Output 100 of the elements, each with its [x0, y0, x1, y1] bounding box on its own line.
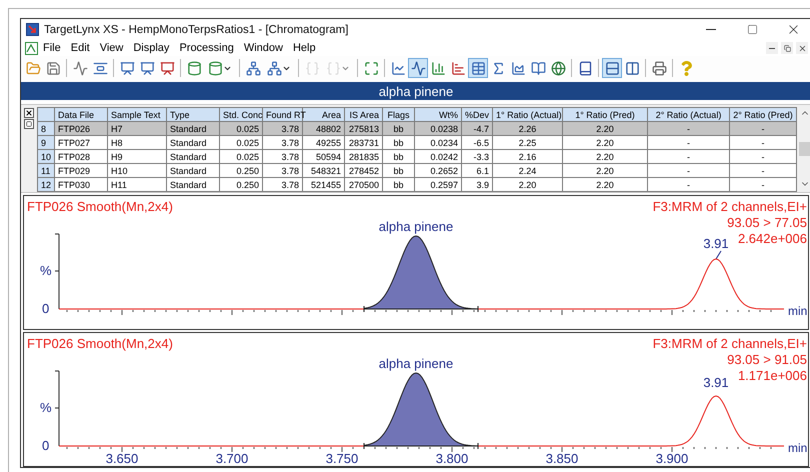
column-header[interactable]: IS Area	[344, 108, 382, 122]
chart-title: FTP026 Smooth(Mn,2x4)	[27, 336, 173, 351]
x-tick-label: 3.900	[656, 451, 688, 466]
toolbar-button[interactable]	[408, 58, 428, 78]
table-cell: 2.20	[492, 178, 562, 192]
close-button[interactable]	[796, 42, 808, 54]
column-header[interactable]: Sample Text	[108, 108, 166, 122]
x-tick-label: 3.750	[326, 451, 358, 466]
row-header[interactable]: 11	[38, 164, 54, 178]
peak-icon	[72, 60, 88, 76]
rows-layout-icon	[604, 60, 620, 76]
row-header[interactable]: 12	[38, 178, 54, 192]
menu-item[interactable]: Help	[288, 42, 321, 54]
peak-name-label: alpha pinene	[378, 356, 454, 371]
column-header[interactable]: 2° Ratio (Pred)	[730, 108, 796, 122]
channel-info: 93.05 > 77.05	[727, 215, 807, 230]
x-tick-label: 3.800	[436, 451, 468, 466]
x-axis-unit: min	[788, 304, 808, 318]
row-header[interactable]: 8	[38, 122, 54, 136]
table-cell: 3.9	[462, 178, 492, 192]
column-header[interactable]: Std. Conc	[220, 108, 262, 122]
column-header[interactable]: 1° Ratio (Actual)	[492, 108, 562, 122]
menu-item[interactable]: Processing	[174, 42, 239, 54]
channel-info: F3:MRM of 2 channels,EI+	[652, 199, 807, 214]
table-cell: 3.78	[262, 178, 302, 192]
peak-icon	[410, 60, 426, 76]
x-axis-unit: min	[788, 441, 808, 455]
column-header[interactable]: Wt%	[414, 108, 462, 122]
column-header[interactable]: 2° Ratio (Actual)	[648, 108, 730, 122]
channel-info: 93.05 > 91.05	[727, 352, 807, 367]
line-chart-icon	[390, 60, 406, 76]
compound-name: alpha pinene	[378, 84, 454, 98]
presentation-icon	[160, 60, 174, 76]
restore-icon	[784, 44, 790, 52]
printer-icon	[652, 60, 666, 76]
table-row[interactable]: 12 FTP030 H11 Standard 0.250 3.78 521455 270500 bb 0.2597 3.9 2.20 2.20 - -	[38, 178, 796, 192]
channel-info: 2.642e+006	[738, 231, 807, 246]
row-header[interactable]: 9	[38, 136, 54, 150]
table-cell: bb	[382, 178, 414, 192]
column-header[interactable]: Type	[166, 108, 220, 122]
table-cell: -	[730, 178, 796, 192]
presentation-icon	[140, 60, 154, 76]
presentation-icon	[120, 60, 134, 76]
minimize-icon	[706, 29, 716, 30]
fit-window-icon	[364, 60, 378, 76]
column-header[interactable]: %Dev	[462, 108, 492, 122]
table-cell: H11	[108, 178, 166, 192]
y-axis-label: %	[40, 263, 52, 278]
table-cell: 0.250	[220, 178, 262, 192]
row-header[interactable]: 10	[38, 150, 54, 164]
restore-icon	[26, 121, 32, 127]
peak-name-label: alpha pinene	[378, 219, 454, 234]
x-tick-label: 3.650	[106, 451, 138, 466]
braces-icon	[326, 60, 341, 76]
close-icon	[798, 44, 806, 52]
table-cell: -	[648, 178, 730, 192]
app-icon	[26, 23, 39, 36]
table-icon	[470, 60, 486, 76]
channel-info: 1.171e+006	[738, 368, 807, 383]
globe-icon	[550, 60, 566, 76]
maximize-icon	[746, 24, 758, 35]
window-title: TargetLynx XS - HempMonoTerpsRatios1 - [Chromatogram]	[44, 24, 350, 36]
table-row[interactable]: 8 FTP026 H7 Standard 0.025 3.78 48802 275813 bb 0.0238 -4.7 2.26 2.20 - -	[38, 122, 796, 136]
retention-time-label: 3.91	[703, 375, 729, 390]
corner-header	[38, 108, 54, 122]
column-header[interactable]: Data File	[54, 108, 108, 122]
toolbar-button[interactable]	[602, 58, 622, 78]
table-cell: 2.20	[562, 178, 648, 192]
restore-button[interactable]	[781, 42, 793, 54]
close-pane-button[interactable]	[24, 108, 34, 118]
column-header[interactable]: Flags	[382, 108, 414, 122]
book-icon	[578, 60, 592, 76]
table-row[interactable]: 10 FTP028 H9 Standard 0.025 3.78 50594 281835 bb 0.0242 -3.3 2.16 2.20 - -	[38, 150, 796, 164]
menu-item[interactable]: Edit	[66, 42, 95, 54]
table-row[interactable]: 9 FTP027 H8 Standard 0.025 3.78 49255 283731 bb 0.0234 -6.5 2.25 2.20 - -	[38, 136, 796, 150]
menu-item[interactable]: File	[38, 42, 66, 54]
menu-item[interactable]: View	[94, 42, 128, 54]
x-tick-label: 3.700	[216, 451, 248, 466]
column-header[interactable]: 1° Ratio (Pred)	[562, 108, 648, 122]
close-icon	[25, 109, 33, 117]
braces-icon	[304, 60, 320, 76]
menu-item[interactable]: Window	[238, 42, 288, 54]
table-row[interactable]: 11 FTP029 H10 Standard 0.250 3.78 548321 278452 bb 0.2652 6.1 2.24 2.20 - -	[38, 164, 796, 178]
bar-chart-icon	[430, 60, 446, 76]
book-icon	[530, 60, 546, 76]
table-cell: 270500	[344, 178, 382, 192]
help-icon	[678, 60, 694, 76]
bar-chart-icon	[450, 60, 466, 76]
cylinder-icon	[208, 60, 223, 76]
y-axis-label: %	[40, 400, 52, 415]
folder-open-icon	[26, 60, 40, 76]
minimize-button[interactable]	[766, 42, 778, 54]
menu-item[interactable]: Display	[128, 42, 174, 54]
table-cell: 0.2597	[414, 178, 462, 192]
toolbar-button[interactable]	[468, 58, 488, 78]
y-axis-label: 0	[42, 438, 50, 453]
table-cell: 521455	[302, 178, 344, 192]
scroll-thumb[interactable]	[799, 142, 810, 156]
y-axis-label: 0	[42, 301, 50, 316]
restore-pane-button[interactable]	[24, 119, 34, 129]
